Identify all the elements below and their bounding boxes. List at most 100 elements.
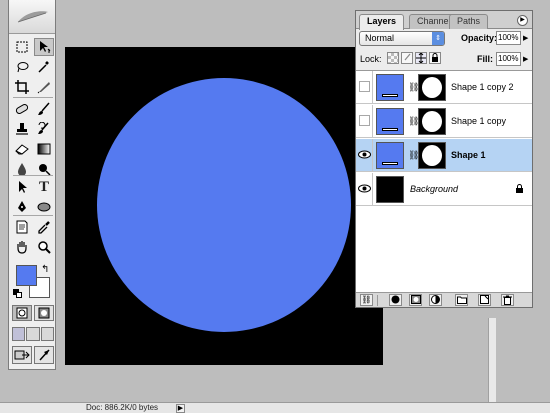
- jump-to-group: [12, 346, 54, 364]
- new-group-button[interactable]: [455, 294, 468, 306]
- eye-icon[interactable]: [358, 184, 371, 193]
- layer-row[interactable]: ⛓ Shape 1 copy 2: [356, 71, 532, 104]
- eye-icon[interactable]: [358, 150, 371, 159]
- fill-label: Fill:: [477, 54, 493, 64]
- layer-thumbnail: [376, 142, 404, 169]
- zoom-tool[interactable]: [34, 238, 54, 256]
- full-screen-button[interactable]: [40, 327, 54, 341]
- eyedropper-tool[interactable]: [34, 218, 54, 236]
- eraser-tool[interactable]: [12, 140, 32, 158]
- status-menu-arrow-icon[interactable]: ▶: [176, 404, 185, 413]
- full-screen-menu-button[interactable]: [26, 327, 40, 341]
- default-colors-icon[interactable]: [13, 289, 22, 298]
- fill-field[interactable]: 100%: [496, 52, 521, 66]
- gradient-tool[interactable]: [34, 140, 54, 158]
- slice-tool[interactable]: [34, 78, 54, 96]
- clone-stamp-tool[interactable]: [12, 120, 32, 138]
- visibility-cell[interactable]: [356, 139, 373, 171]
- toolbox-divider: [13, 215, 53, 216]
- link-layers-button[interactable]: ⛓: [360, 294, 373, 306]
- tool-group-selection: [12, 38, 54, 96]
- marquee-tool[interactable]: [12, 38, 32, 56]
- blur-drop-icon: [18, 163, 26, 176]
- visibility-cell[interactable]: [356, 71, 373, 103]
- lock-all-button[interactable]: [429, 52, 441, 64]
- folder-icon: [456, 296, 467, 304]
- tab-layers[interactable]: Layers: [359, 14, 405, 30]
- adjustment-layer-button[interactable]: [429, 294, 442, 306]
- visibility-cell[interactable]: [356, 173, 373, 205]
- path-selection-tool[interactable]: [12, 178, 32, 196]
- notes-tool[interactable]: [12, 218, 32, 236]
- layer-name[interactable]: Shape 1 copy: [451, 116, 506, 126]
- visibility-off-box[interactable]: [359, 115, 370, 126]
- palette-menu-icon[interactable]: ▶: [517, 15, 528, 26]
- vector-mask-thumbnail[interactable]: [418, 74, 446, 101]
- jump-to-imageready-button[interactable]: [12, 346, 32, 364]
- delete-layer-button[interactable]: [501, 294, 514, 306]
- document-canvas[interactable]: [65, 47, 383, 365]
- layer-style-button[interactable]: [389, 294, 402, 306]
- tab-paths[interactable]: Paths: [449, 14, 489, 29]
- blend-mode-select[interactable]: Normal ⇕: [359, 31, 445, 46]
- crop-tool[interactable]: [12, 78, 32, 96]
- ellipse-shape-icon: [37, 202, 51, 212]
- select-arrows-icon: ⇕: [432, 32, 444, 45]
- blend-row: Normal ⇕ Opacity: 100% ▶: [359, 30, 531, 48]
- toolbox-header[interactable]: [9, 0, 55, 34]
- new-layer-button[interactable]: [478, 294, 491, 306]
- layer-name[interactable]: Shape 1 copy 2: [451, 82, 514, 92]
- brush-icon: [38, 102, 50, 115]
- layer-row-selected[interactable]: ⛓ Shape 1: [356, 139, 532, 172]
- blue-circle-shape[interactable]: [97, 78, 351, 332]
- add-mask-button[interactable]: [409, 294, 422, 306]
- move-icon: [40, 41, 51, 53]
- shape-tool[interactable]: [34, 198, 54, 216]
- visibility-off-box[interactable]: [359, 81, 370, 92]
- magic-wand-tool[interactable]: [34, 58, 54, 76]
- vector-mask-thumbnail[interactable]: [418, 142, 446, 169]
- lock-row: Lock: Fill: 100% ▶: [359, 51, 531, 67]
- bandage-icon: [15, 104, 29, 114]
- hand-tool[interactable]: [12, 238, 32, 256]
- type-tool[interactable]: T: [34, 178, 54, 196]
- blend-mode-value: Normal: [365, 33, 395, 43]
- opacity-field[interactable]: 100%: [496, 31, 521, 45]
- lock-label: Lock:: [360, 54, 382, 64]
- layer-row-background[interactable]: Background: [356, 173, 532, 206]
- mask-icon: [410, 295, 421, 304]
- foreground-color-swatch[interactable]: [16, 265, 37, 286]
- document-scrollbar[interactable]: [488, 318, 496, 402]
- layer-thumbnail: [376, 74, 404, 101]
- eraser-icon: [15, 144, 29, 155]
- pen-tool[interactable]: [12, 198, 32, 216]
- visibility-cell[interactable]: [356, 105, 373, 137]
- brush-lock-icon: [404, 53, 411, 61]
- swap-colors-icon[interactable]: ↰: [41, 264, 49, 275]
- padlock-icon: [432, 53, 438, 62]
- lasso-tool[interactable]: [12, 58, 32, 76]
- feather-tool-button[interactable]: [34, 346, 54, 364]
- opacity-slider-arrow-icon[interactable]: ▶: [523, 34, 528, 42]
- standard-mode-button[interactable]: [12, 305, 32, 321]
- move-tool[interactable]: [34, 38, 54, 56]
- screen-mode-group: [12, 327, 54, 341]
- healing-brush-tool[interactable]: [12, 100, 32, 118]
- layer-name[interactable]: Background: [410, 184, 458, 194]
- lock-image-pixels-button[interactable]: [401, 52, 413, 64]
- layer-row[interactable]: ⛓ Shape 1 copy: [356, 105, 532, 138]
- history-brush-tool[interactable]: [34, 120, 54, 138]
- lock-position-button[interactable]: [415, 52, 427, 64]
- notes-icon: [16, 220, 28, 234]
- vector-mask-thumbnail[interactable]: [418, 108, 446, 135]
- standard-screen-button[interactable]: [12, 327, 26, 341]
- layer-name[interactable]: Shape 1: [451, 150, 486, 160]
- quick-mask-mode-button[interactable]: [34, 305, 54, 321]
- stamp-icon: [16, 123, 28, 135]
- brush-tool[interactable]: [34, 100, 54, 118]
- mask-mode-group: [12, 305, 54, 321]
- lock-transparent-pixels-button[interactable]: [387, 52, 399, 64]
- fill-slider-arrow-icon[interactable]: ▶: [523, 55, 528, 63]
- type-icon: T: [38, 178, 49, 195]
- marquee-icon: [16, 41, 28, 53]
